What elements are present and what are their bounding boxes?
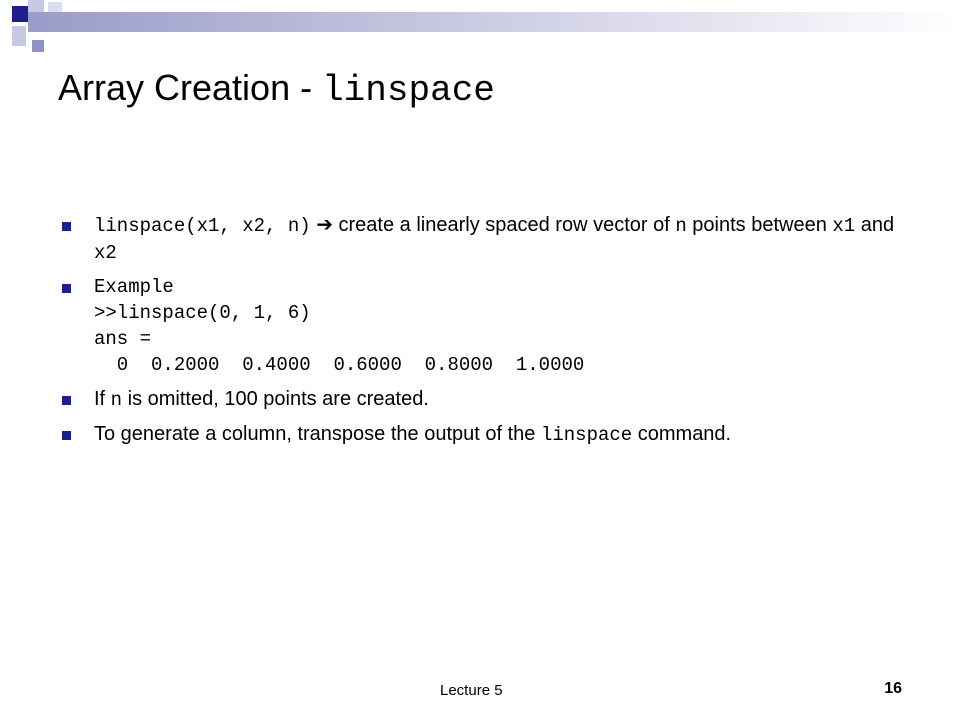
bullet-text: and [855,214,895,236]
bullet-item: linspace(x1, x2, n) ➔ create a linearly … [60,212,920,266]
title-text: Array Creation - [58,67,323,108]
bullet-square-icon [62,222,71,231]
corner-square-tiny [48,2,62,12]
header-gradient-bar [28,12,960,32]
bullet-text: points between [686,214,833,236]
bullet-text: is omitted, 100 points are created. [122,388,429,410]
code-line: ans = [94,328,152,350]
slide: Array Creation - linspace linspace(x1, x… [0,0,960,720]
code-text: linspace(x1, x2, n) [94,215,311,237]
bullet-text: ➔ create a linearly spaced row vector of [310,214,676,236]
bullet-item: To generate a column, transpose the outp… [60,421,920,448]
bullet-item: Example >>linspace(0, 1, 6) ans = 0 0.2000… [60,274,920,378]
code-text: n [110,389,123,411]
title-code: linspace [322,70,495,111]
code-line: 0 0.2000 0.4000 0.6000 0.8000 1.0000 [94,354,585,376]
code-line: >>linspace(0, 1, 6) [94,302,311,324]
bullet-square-icon [62,284,71,293]
slide-title: Array Creation - linspace [58,66,495,113]
corner-square-light-left [12,26,26,46]
code-text: n [675,215,687,237]
code-text: x1 [832,215,856,237]
code-text: x2 [94,242,117,264]
bullet-item: If n is omitted, 100 points are created. [60,386,920,413]
bullet-text: If [94,388,111,410]
corner-square-dark [12,6,28,22]
bullet-text: To generate a column, transpose the outp… [94,423,541,445]
corner-square-small [32,40,44,52]
code-line: Example [94,276,174,298]
code-text: linspace [540,424,633,446]
bullet-square-icon [62,396,71,405]
bullet-text: command. [632,423,732,445]
bullet-list: linspace(x1, x2, n) ➔ create a linearly … [60,212,920,456]
corner-square-light-top [28,0,44,12]
bullet-square-icon [62,431,71,440]
slide-number: 16 [884,680,902,697]
footer-lecture-label: Lecture 5 [440,682,503,699]
